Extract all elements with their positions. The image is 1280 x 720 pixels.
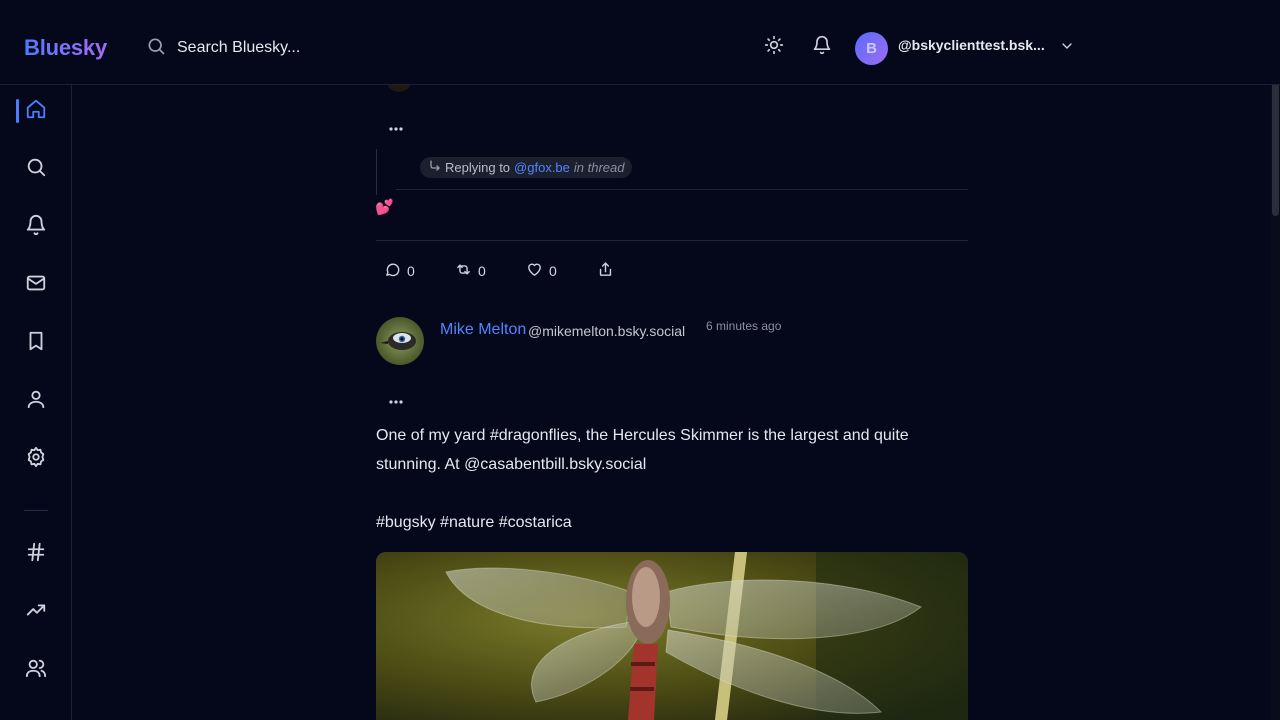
search-input[interactable] <box>175 38 375 58</box>
author-name[interactable]: Mike Melton <box>440 321 526 339</box>
theme-toggle-button[interactable] <box>763 35 785 60</box>
sidebar-item-messages[interactable] <box>24 273 48 297</box>
quote-divider <box>396 189 968 190</box>
account-avatar[interactable]: B <box>855 32 888 65</box>
sidebar-item-trending[interactable] <box>24 600 48 624</box>
hash-icon <box>25 541 47 568</box>
like-button[interactable]: 0 <box>526 262 557 280</box>
sidebar-nav <box>0 85 72 720</box>
home-icon <box>25 98 47 125</box>
repost-button[interactable]: 0 <box>455 262 486 280</box>
replying-to-label: Replying to <box>445 160 511 175</box>
sidebar-item-search[interactable] <box>24 157 48 181</box>
more-dots-icon <box>388 392 404 410</box>
post-more-button[interactable] <box>385 394 407 408</box>
post-text-emoji: 💕 <box>375 199 394 216</box>
sidebar-item-profile[interactable] <box>24 389 48 413</box>
sidebar-item-notifications[interactable] <box>24 214 48 241</box>
gear-icon <box>25 446 47 473</box>
repost-icon <box>455 261 472 281</box>
post-text-line: One of my yard #dragonflies, the Hercule… <box>376 427 909 444</box>
heart-icon <box>526 261 543 281</box>
chevron-down-icon <box>1059 41 1075 58</box>
post-image-dragonfly[interactable] <box>376 552 968 720</box>
sun-icon <box>764 35 784 60</box>
repost-count: 0 <box>478 263 486 279</box>
bookmark-icon <box>25 330 47 357</box>
in-thread-label: in thread <box>573 160 625 175</box>
sidebar-item-home[interactable] <box>24 99 48 123</box>
user-icon <box>25 388 47 415</box>
author-avatar[interactable] <box>376 317 424 365</box>
thread-line <box>376 149 377 195</box>
author-handle[interactable]: @mikemelton.bsky.social <box>528 323 685 339</box>
post-hashtags[interactable]: #bugsky #nature #costarica <box>376 508 572 537</box>
post-text-line: stunning. At @casabentbill.bsky.social <box>376 456 647 473</box>
brand-logo[interactable]: Bluesky <box>24 34 107 62</box>
like-count: 0 <box>549 263 557 279</box>
users-icon <box>25 657 47 684</box>
reply-button[interactable]: 0 <box>384 262 415 280</box>
replying-to-badge[interactable]: Replying to @gfox.be in thread <box>420 157 633 178</box>
post-timestamp[interactable]: 6 minutes ago <box>706 319 781 333</box>
reply-count: 0 <box>407 263 415 279</box>
mail-icon <box>25 272 47 299</box>
avatar-initial: B <box>866 40 877 57</box>
replying-to-handle[interactable]: @gfox.be <box>514 160 570 175</box>
sidebar-item-people[interactable] <box>24 658 48 682</box>
share-button[interactable] <box>597 262 614 280</box>
bell-icon <box>812 35 832 60</box>
sidebar-divider <box>24 510 48 511</box>
active-indicator <box>16 99 19 123</box>
more-dots-icon <box>388 119 404 137</box>
search-icon <box>146 36 166 61</box>
post-divider <box>376 240 968 241</box>
search-icon <box>25 156 47 183</box>
sidebar-item-hashtags[interactable] <box>24 542 48 566</box>
top-header: Bluesky B @bskyclienttest.bsk... <box>0 0 1280 85</box>
account-handle[interactable]: @bskyclienttest.bsk... <box>898 37 1045 53</box>
comment-icon <box>384 261 401 281</box>
reply-arrow-icon <box>429 160 441 175</box>
bell-icon <box>25 214 47 241</box>
account-menu-toggle[interactable] <box>1059 38 1075 54</box>
search-bar[interactable] <box>146 36 375 60</box>
share-icon <box>597 261 614 281</box>
notifications-button[interactable] <box>811 35 833 60</box>
sidebar-item-settings[interactable] <box>24 446 48 473</box>
post-body: One of my yard #dragonflies, the Hercule… <box>376 421 968 479</box>
sidebar-item-bookmarks[interactable] <box>24 331 48 355</box>
trending-icon <box>25 599 47 626</box>
post-more-button[interactable] <box>385 121 407 135</box>
